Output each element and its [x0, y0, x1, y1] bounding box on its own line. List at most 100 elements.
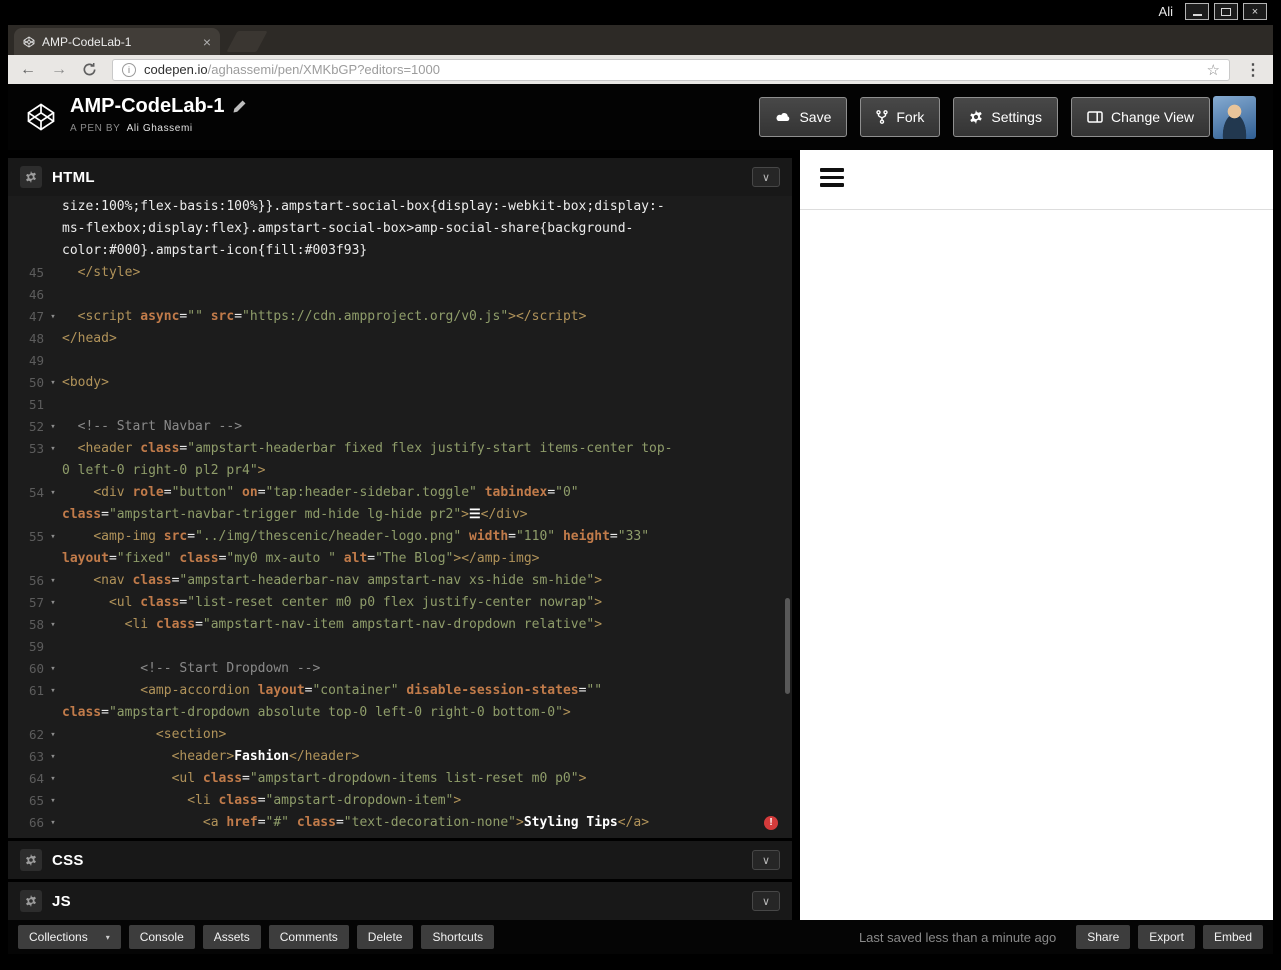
- html-settings-gear-icon[interactable]: [20, 166, 42, 188]
- code-line[interactable]: 54 ▾ <div role="button" on="tap:header-si…: [8, 482, 792, 504]
- site-info-icon[interactable]: i: [122, 62, 136, 77]
- code-line[interactable]: ms-flexbox;display:flex}.ampstart-social…: [8, 218, 792, 240]
- code-line[interactable]: 65 ▾ <li class="ampstart-dropdown-item">: [8, 790, 792, 812]
- settings-button[interactable]: Settings: [953, 97, 1058, 137]
- code-line[interactable]: class="ampstart-dropdown absolute top-0 …: [8, 702, 792, 724]
- css-editor-header[interactable]: CSS ∨: [8, 841, 792, 879]
- code-line[interactable]: 60 ▾ <!-- Start Dropdown -->: [8, 658, 792, 680]
- fold-arrow-icon[interactable]: ▾: [44, 614, 62, 636]
- pen-title: AMP-CodeLab-1: [70, 95, 225, 117]
- reload-icon[interactable]: [82, 62, 97, 77]
- editor-scrollbar[interactable]: [785, 598, 790, 694]
- code-line[interactable]: 55 ▾ <amp-img src="../img/thescenic/heade…: [8, 526, 792, 548]
- comments-button[interactable]: Comments: [268, 925, 349, 949]
- export-button[interactable]: Export: [1138, 925, 1195, 949]
- html-editor-header[interactable]: HTML ∨: [8, 158, 792, 196]
- browser-menu-icon[interactable]: ⋮: [1245, 60, 1261, 80]
- js-collapse-button[interactable]: ∨: [752, 891, 780, 911]
- code-line[interactable]: 63 ▾ <header>Fashion</header>: [8, 746, 792, 768]
- code-line[interactable]: 57 ▾ <ul class="list-reset center m0 p0 f…: [8, 592, 792, 614]
- html-code-editor[interactable]: size:100%;flex-basis:100%}}.ampstart-soc…: [8, 196, 792, 838]
- assets-button[interactable]: Assets: [202, 925, 261, 949]
- fold-arrow-icon[interactable]: ▾: [44, 592, 62, 614]
- code-line[interactable]: 45 </style>: [8, 262, 792, 284]
- forward-icon[interactable]: →: [51, 61, 67, 78]
- code-line[interactable]: 50 ▾ <body>: [8, 372, 792, 394]
- code-line[interactable]: 49: [8, 350, 792, 372]
- css-collapse-button[interactable]: ∨: [752, 850, 780, 870]
- line-number: 46: [28, 287, 44, 302]
- fold-arrow-icon[interactable]: ▾: [44, 570, 62, 592]
- code-line[interactable]: 47 ▾ <script async="" src="https://cdn.am…: [8, 306, 792, 328]
- fold-arrow-icon[interactable]: ▾: [44, 724, 62, 746]
- code-line[interactable]: 52 ▾ <!-- Start Navbar -->: [8, 416, 792, 438]
- save-status-text: Last saved less than a minute ago: [858, 929, 1057, 945]
- window-minimize-button[interactable]: [1185, 3, 1209, 20]
- share-button[interactable]: Share: [1076, 925, 1131, 949]
- change-view-button[interactable]: Change View: [1070, 97, 1210, 137]
- fold-arrow-icon[interactable]: ▾: [44, 438, 62, 460]
- window-maximize-button[interactable]: [1214, 3, 1238, 20]
- edit-pen-icon[interactable]: [233, 100, 246, 113]
- delete-button[interactable]: Delete: [356, 925, 414, 949]
- code-line[interactable]: layout="fixed" class="my0 mx-auto " alt=…: [8, 548, 792, 570]
- fold-arrow-icon[interactable]: ▾: [44, 658, 62, 680]
- code-line[interactable]: 56 ▾ <nav class="ampstart-headerbar-nav a…: [8, 570, 792, 592]
- collections-dropdown[interactable]: Collections ▾: [18, 925, 121, 949]
- fold-arrow-icon[interactable]: ▾: [44, 416, 62, 438]
- fold-arrow-icon[interactable]: ▾: [44, 372, 62, 394]
- address-bar[interactable]: i codepen.io/aghassemi/pen/XMKbGP?editor…: [112, 58, 1230, 81]
- window-close-button[interactable]: ×: [1243, 3, 1267, 20]
- code-text: <amp-img src="../img/thescenic/header-lo…: [93, 529, 650, 544]
- code-line[interactable]: 51: [8, 394, 792, 416]
- lint-error-icon[interactable]: !: [764, 816, 778, 830]
- line-number: 62: [28, 727, 44, 742]
- tab-close-icon[interactable]: ×: [203, 35, 211, 49]
- code-line[interactable]: 61 ▾ <amp-accordion layout="container" di…: [8, 680, 792, 702]
- console-button[interactable]: Console: [128, 925, 195, 949]
- js-settings-gear-icon[interactable]: [20, 890, 42, 912]
- pen-byline: A PEN BY Ali Ghassemi: [70, 123, 246, 134]
- code-line[interactable]: </li>: [8, 834, 792, 838]
- fold-arrow-icon[interactable]: ▾: [44, 812, 62, 834]
- fork-button[interactable]: Fork: [860, 97, 941, 137]
- fold-arrow-icon[interactable]: ▾: [44, 482, 62, 504]
- fold-arrow-icon[interactable]: ▾: [44, 746, 62, 768]
- new-tab-button[interactable]: [226, 31, 268, 52]
- shortcuts-button[interactable]: Shortcuts: [421, 925, 495, 949]
- fold-arrow-icon[interactable]: ▾: [44, 768, 62, 790]
- code-line[interactable]: 58 ▾ <li class="ampstart-nav-item ampstar…: [8, 614, 792, 636]
- code-line[interactable]: size:100%;flex-basis:100%}}.ampstart-soc…: [8, 196, 792, 218]
- code-line[interactable]: 59: [8, 636, 792, 658]
- code-text: <a href="#" class="text-decoration-none"…: [202, 815, 650, 830]
- fold-arrow-icon[interactable]: ▾: [44, 790, 62, 812]
- code-line[interactable]: class="ampstart-navbar-trigger md-hide l…: [8, 504, 792, 526]
- line-number: 53: [28, 441, 44, 456]
- embed-button[interactable]: Embed: [1202, 925, 1263, 949]
- user-avatar[interactable]: [1213, 96, 1256, 139]
- js-editor-header[interactable]: JS ∨: [8, 882, 792, 920]
- code-line[interactable]: 62 ▾ <section>: [8, 724, 792, 746]
- browser-tab[interactable]: AMP-CodeLab-1 ×: [14, 28, 220, 55]
- bookmark-star-icon[interactable]: ☆: [1207, 61, 1220, 79]
- html-collapse-button[interactable]: ∨: [752, 167, 780, 187]
- code-line[interactable]: color:#000}.ampstart-icon{fill:#003f93}: [8, 240, 792, 262]
- line-number: 48: [28, 331, 44, 346]
- fold-arrow-icon[interactable]: ▾: [44, 680, 62, 702]
- code-line[interactable]: 64 ▾ <ul class="ampstart-dropdown-items l…: [8, 768, 792, 790]
- line-number: 52: [28, 419, 44, 434]
- code-line[interactable]: 46: [8, 284, 792, 306]
- maximize-icon: [1221, 7, 1231, 16]
- author-link[interactable]: Ali Ghassemi: [127, 123, 193, 134]
- code-line[interactable]: 48 </head>: [8, 328, 792, 350]
- codepen-logo-icon[interactable]: [26, 102, 56, 132]
- code-line[interactable]: 66 ▾ <a href="#" class="text-decoration-n…: [8, 812, 792, 834]
- fold-arrow-icon[interactable]: ▾: [44, 526, 62, 548]
- css-settings-gear-icon[interactable]: [20, 849, 42, 871]
- code-line[interactable]: 53 ▾ <header class="ampstart-headerbar fi…: [8, 438, 792, 460]
- save-button[interactable]: Save: [759, 97, 848, 137]
- hamburger-menu-icon[interactable]: [820, 168, 844, 191]
- fold-arrow-icon[interactable]: ▾: [44, 306, 62, 328]
- code-line[interactable]: 0 left-0 right-0 pl2 pr4">: [8, 460, 792, 482]
- back-icon[interactable]: ←: [20, 61, 36, 78]
